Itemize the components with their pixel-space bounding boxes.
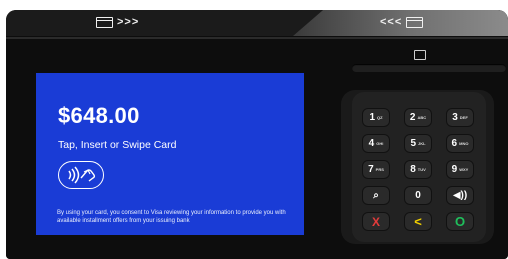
- card-icon: [406, 16, 424, 28]
- key-2[interactable]: 2 ABC: [404, 108, 432, 127]
- backspace-icon: <: [414, 214, 422, 229]
- card-insert-slot[interactable]: [352, 64, 506, 72]
- key-8-sub: TUV: [417, 167, 426, 172]
- payment-amount: $648.00: [58, 103, 140, 128]
- key-7[interactable]: 7 PRS: [362, 160, 390, 179]
- key-4-main: 4: [368, 138, 375, 149]
- swipe-indicator-right: <<<: [380, 16, 424, 28]
- key-3-sub: DEF: [459, 115, 468, 120]
- swipe-arrows-right: <<<: [380, 16, 403, 28]
- payment-terminal: >>> <<< $648.00 Tap, Insert or Swipe Car…: [6, 10, 508, 259]
- key-cancel[interactable]: X: [362, 212, 390, 231]
- volume-icon: ◀)): [452, 190, 468, 201]
- keypad: 1 QZ 2 ABC 3 DEF 4 GHI 5 JKL 6 MNO 7 PRS: [352, 92, 486, 242]
- contactless-icon: [58, 161, 104, 189]
- key-2-main: 2: [409, 112, 416, 123]
- key-9-sub: WXY: [459, 167, 469, 172]
- key-5[interactable]: 5 JKL: [404, 134, 432, 153]
- key-4[interactable]: 4 GHI: [362, 134, 390, 153]
- key-8[interactable]: 8 TUV: [404, 160, 432, 179]
- key-7-sub: PRS: [375, 167, 384, 172]
- key-6[interactable]: 6 MNO: [446, 134, 474, 153]
- bezel-edge: [6, 37, 508, 39]
- key-3[interactable]: 3 DEF: [446, 108, 474, 127]
- key-1-main: 1: [369, 112, 375, 123]
- key-enter[interactable]: O: [446, 212, 474, 231]
- key-search[interactable]: ⌕: [362, 186, 390, 205]
- key-9[interactable]: 9 WXY: [446, 160, 474, 179]
- key-volume[interactable]: ◀)): [446, 186, 474, 205]
- key-5-sub: JKL: [418, 141, 426, 146]
- display-screen: $648.00 Tap, Insert or Swipe Card By usi…: [36, 73, 304, 235]
- top-bar: >>> <<<: [6, 10, 508, 36]
- swipe-indicator-left: >>>: [96, 16, 139, 28]
- key-6-main: 6: [451, 138, 458, 149]
- key-5-main: 5: [410, 138, 416, 149]
- consent-text: By using your card, you consent to Visa …: [57, 210, 286, 224]
- key-2-sub: ABC: [417, 115, 427, 120]
- key-0[interactable]: 0: [404, 186, 432, 205]
- key-4-sub: GHI: [376, 141, 384, 146]
- chip-icon: [414, 50, 426, 60]
- card-icon: [96, 16, 113, 28]
- key-7-main: 7: [368, 164, 374, 175]
- key-0-main: 0: [415, 190, 421, 201]
- key-8-main: 8: [410, 164, 416, 175]
- key-1-sub: QZ: [377, 115, 383, 120]
- search-icon: ⌕: [373, 190, 379, 201]
- payment-prompt: Tap, Insert or Swipe Card: [58, 139, 177, 151]
- key-clear[interactable]: <: [404, 212, 432, 231]
- key-3-main: 3: [452, 112, 458, 123]
- key-6-sub: MNO: [459, 141, 469, 146]
- swipe-arrows-left: >>>: [117, 16, 140, 28]
- key-9-main: 9: [451, 164, 458, 175]
- key-1[interactable]: 1 QZ: [362, 108, 390, 127]
- enter-icon: O: [454, 214, 466, 229]
- cancel-icon: X: [371, 214, 380, 229]
